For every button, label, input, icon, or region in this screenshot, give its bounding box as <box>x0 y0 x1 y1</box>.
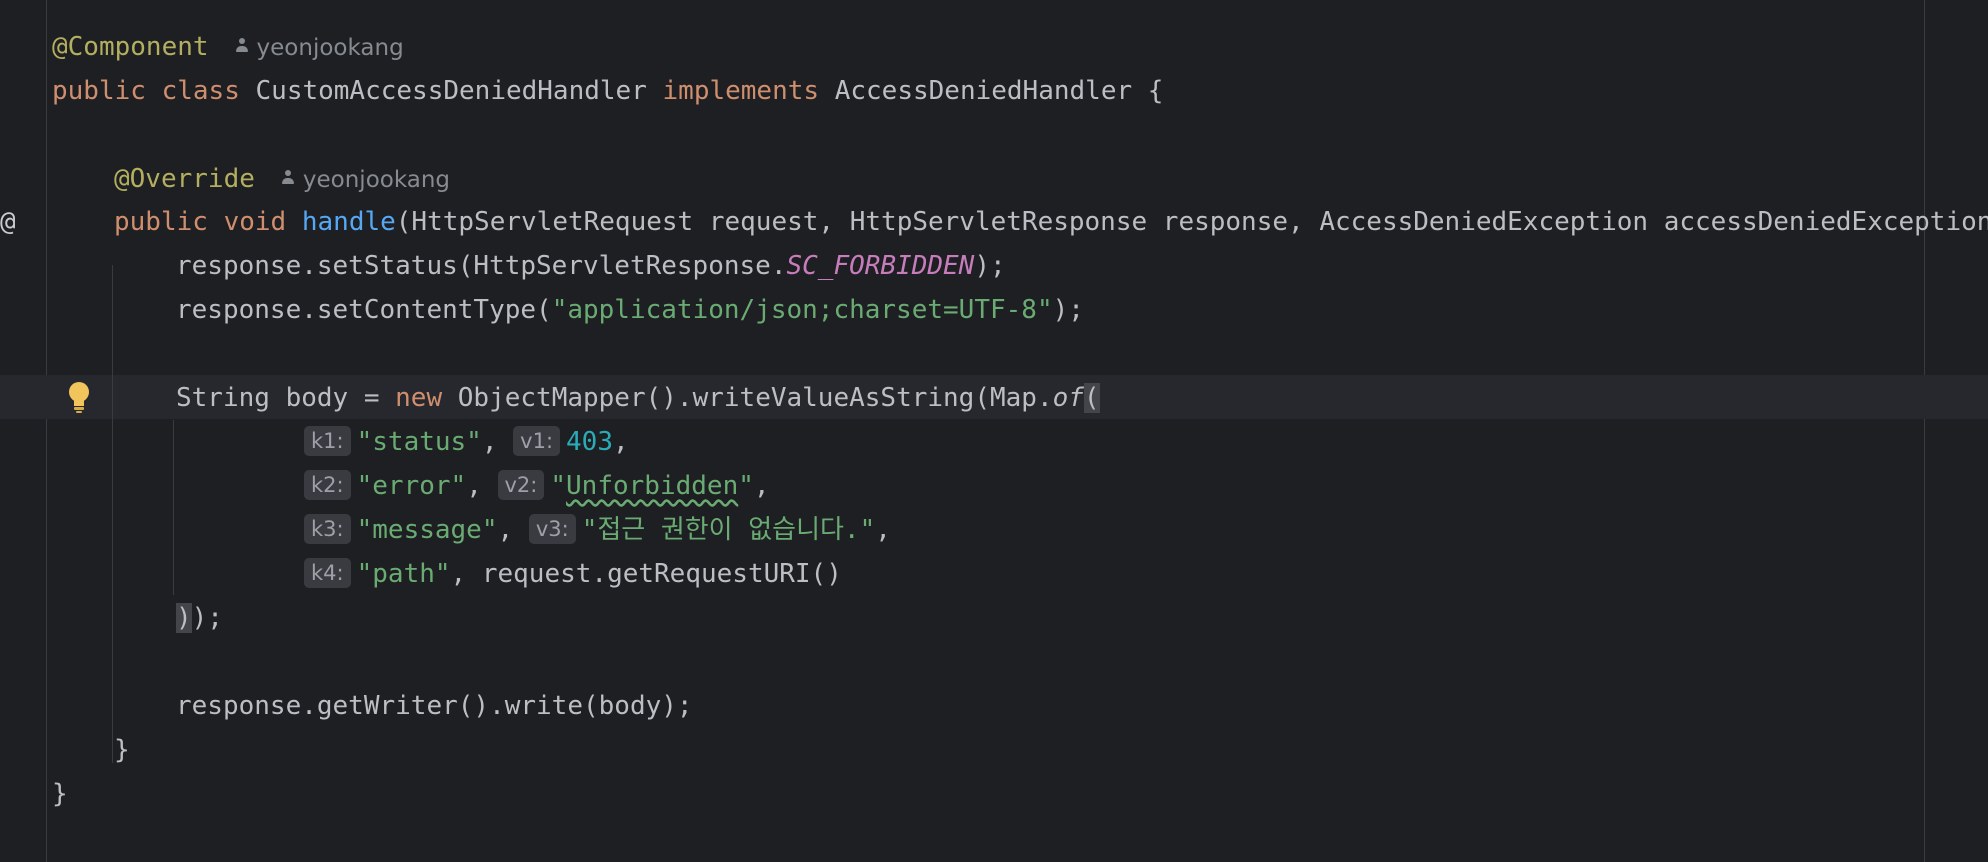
keyword-public: public <box>52 76 146 106</box>
lightbulb-icon[interactable] <box>64 380 94 414</box>
person-icon <box>235 37 249 54</box>
author-name: yeonjookang <box>256 35 404 61</box>
code-line-6[interactable]: response.setStatus(HttpServletResponse.S… <box>176 244 1006 288</box>
person-icon <box>281 169 295 186</box>
method-name: handle <box>301 207 396 237</box>
keyword-new: new <box>395 383 443 413</box>
author-name-2: yeonjookang <box>302 167 451 193</box>
value-403: 403 <box>566 427 613 457</box>
param-hint-k1: k1: <box>304 425 351 456</box>
set-content-prefix: response.setContentType( <box>176 295 552 325</box>
class-name: CustomAccessDeniedHandler <box>255 76 647 106</box>
set-content-suffix: ); <box>1052 295 1084 325</box>
code-line-14[interactable]: )); <box>176 596 223 640</box>
set-status-suffix: ); <box>974 251 1006 281</box>
method-of: of <box>1052 383 1084 413</box>
value-unforbidden: "Unforbidden" <box>550 471 754 501</box>
code-line-5[interactable]: public void handle(HttpServletRequest re… <box>114 200 1988 244</box>
indent-guide-map <box>173 420 174 595</box>
body-prefix: String body = <box>176 383 396 413</box>
annotation-component: @Component <box>52 32 209 62</box>
close-paren-highlight: ) <box>176 603 192 633</box>
code-line-12[interactable]: k3: "message", v3: "접근 권한이 없습니다.", <box>304 508 891 552</box>
open-paren-highlight: ( <box>1083 383 1100 413</box>
key-error: "error" <box>356 471 467 501</box>
path-value: , request.getRequestURI() <box>450 559 842 589</box>
implementation-marker-icon[interactable]: @ <box>0 200 16 244</box>
code-line-2[interactable]: public class CustomAccessDeniedHandler i… <box>52 69 1163 113</box>
key-message: "message" <box>356 515 498 545</box>
right-margin-guide <box>1924 0 1925 862</box>
code-line-17[interactable]: } <box>114 728 130 772</box>
content-type-string: "application/json;charset=UTF-8" <box>551 295 1053 325</box>
param-hint-k4: k4: <box>304 557 351 588</box>
code-line-16[interactable]: response.getWriter().write(body); <box>176 684 693 728</box>
param-hint-k2: k2: <box>304 469 351 500</box>
class-close-brace: } <box>52 779 68 809</box>
constant-sc-forbidden: SC_FORBIDDEN <box>786 251 975 281</box>
close-tail: ); <box>191 603 223 633</box>
param-hint-v2: v2: <box>497 469 545 500</box>
param-hint-k3: k3: <box>304 513 351 544</box>
indent-guide-method <box>112 265 113 763</box>
writer-call: response.getWriter().write(body); <box>176 691 693 721</box>
param-hint-v3: v3: <box>528 513 576 544</box>
param-hint-v1: v1: <box>513 425 561 456</box>
keyword-class: class <box>161 76 240 106</box>
author-hint[interactable]: yeonjookang <box>235 35 404 61</box>
spelling-warning[interactable]: Unforbidden <box>566 471 738 501</box>
open-brace: { <box>1147 76 1164 106</box>
code-line-7[interactable]: response.setContentType("application/jso… <box>176 288 1084 332</box>
method-params: (HttpServletRequest request, HttpServlet… <box>395 207 1988 237</box>
keyword-public-method: public <box>114 207 208 237</box>
code-line-13[interactable]: k4: "path", request.getRequestURI() <box>304 552 842 596</box>
keyword-implements: implements <box>662 76 820 106</box>
key-status: "status" <box>356 427 482 457</box>
method-close-brace: } <box>114 735 130 765</box>
code-line-1[interactable]: @Component yeonjookang <box>52 25 404 69</box>
interface-name: AccessDeniedHandler <box>834 76 1133 106</box>
keyword-void: void <box>223 207 287 237</box>
key-path: "path" <box>356 559 451 589</box>
value-message: "접근 권한이 없습니다." <box>581 515 876 545</box>
body-middle: ObjectMapper().writeValueAsString(Map. <box>442 383 1053 413</box>
code-line-4[interactable]: @Override yeonjookang <box>114 157 450 201</box>
gutter-divider <box>46 0 47 862</box>
code-line-18[interactable]: } <box>52 772 68 816</box>
set-status-prefix: response.setStatus(HttpServletResponse. <box>176 251 787 281</box>
code-line-9[interactable]: String body = new ObjectMapper().writeVa… <box>176 376 1100 420</box>
code-line-11[interactable]: k2: "error", v2: "Unforbidden", <box>304 464 770 508</box>
annotation-override: @Override <box>114 164 255 194</box>
code-line-10[interactable]: k1: "status", v1: 403, <box>304 420 629 464</box>
author-hint-2[interactable]: yeonjookang <box>281 167 450 193</box>
